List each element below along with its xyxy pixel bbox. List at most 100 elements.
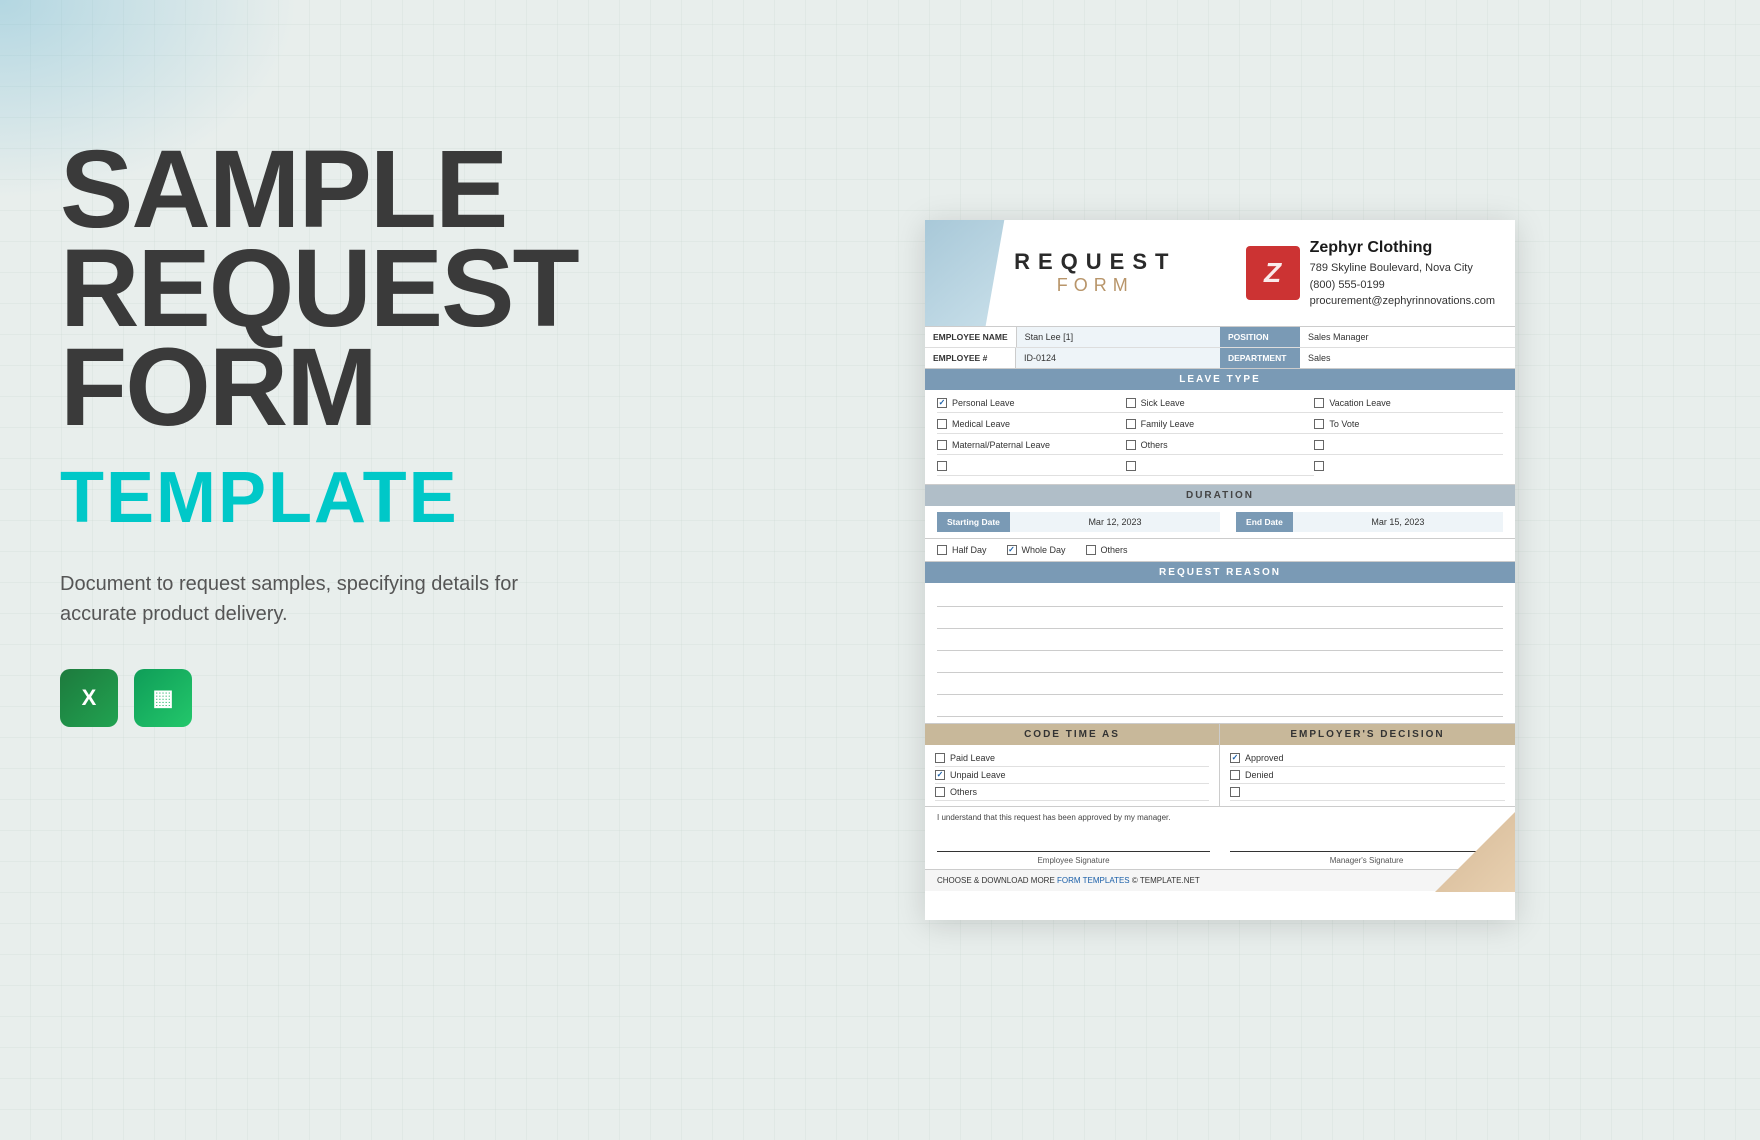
- maternal-checkbox[interactable]: [937, 440, 947, 450]
- manager-sig-label: Manager's Signature: [1230, 856, 1503, 865]
- employer-decision-items: ✓ Approved Denied: [1220, 745, 1515, 806]
- doc-header: REQUEST FORM Zephyr Clothing 789 Skyline…: [925, 220, 1515, 327]
- code-time-items: Paid Leave ✓ Unpaid Leave Others: [925, 745, 1219, 806]
- duration-header: DURATION: [925, 485, 1515, 506]
- whole-day-checkbox[interactable]: ✓: [1007, 545, 1017, 555]
- sick-leave-checkbox[interactable]: [1126, 398, 1136, 408]
- half-day-option: Half Day: [937, 545, 987, 555]
- blank2-checkbox[interactable]: [937, 461, 947, 471]
- vote-checkbox[interactable]: [1314, 419, 1324, 429]
- duration-dates-row: Starting Date Mar 12, 2023 End Date Mar …: [925, 506, 1515, 539]
- bottom-columns: CODE TIME AS Paid Leave ✓ Unpaid Leave O…: [925, 724, 1515, 807]
- manager-sig-block: Manager's Signature: [1230, 834, 1503, 865]
- employee-number-value: ID-0124: [1015, 348, 1220, 368]
- day-options-row: Half Day ✓ Whole Day Others: [925, 539, 1515, 562]
- leave-type-header: LEAVE TYPE: [925, 369, 1515, 390]
- position-field: POSITION Sales Manager: [1220, 327, 1515, 348]
- reason-line-4: [937, 653, 1503, 673]
- company-name: Zephyr Clothing: [1310, 236, 1495, 260]
- denied-checkbox[interactable]: [1230, 770, 1240, 780]
- leave-medical: Medical Leave: [937, 417, 1126, 434]
- duration-others-label: Others: [1101, 545, 1128, 555]
- decision-blank-item: [1230, 784, 1505, 801]
- company-block: Zephyr Clothing 789 Skyline Boulevard, N…: [1246, 236, 1495, 310]
- whole-day-option: ✓ Whole Day: [1007, 545, 1066, 555]
- code-time-header: CODE TIME AS: [925, 724, 1219, 745]
- employee-number-label: EMPLOYEE #: [925, 348, 1015, 368]
- employee-sig-block: Employee Signature: [937, 834, 1210, 865]
- half-day-checkbox[interactable]: [937, 545, 947, 555]
- others-checkbox[interactable]: [1126, 440, 1136, 450]
- reason-line-1: [937, 587, 1503, 607]
- leave-blank2: [937, 459, 1126, 476]
- vacation-leave-checkbox[interactable]: [1314, 398, 1324, 408]
- duration-others-checkbox[interactable]: [1086, 545, 1096, 555]
- leave-vacation: Vacation Leave: [1314, 396, 1503, 413]
- sheets-icon: ▦: [134, 669, 192, 727]
- left-panel: SAMPLE REQUEST FORM TEMPLATE Document to…: [0, 0, 680, 1140]
- department-value: Sales: [1300, 348, 1515, 368]
- employee-left: EMPLOYEE NAME Stan Lee [1] EMPLOYEE # ID…: [925, 327, 1220, 368]
- paid-leave-item: Paid Leave: [935, 750, 1209, 767]
- employee-right: POSITION Sales Manager DEPARTMENT Sales: [1220, 327, 1515, 368]
- manager-sig-line: [1230, 834, 1503, 852]
- company-info: Zephyr Clothing 789 Skyline Boulevard, N…: [1310, 236, 1495, 310]
- employee-number-field: EMPLOYEE # ID-0124: [925, 348, 1220, 368]
- personal-leave-checkbox[interactable]: ✓: [937, 398, 947, 408]
- doc-footer: CHOOSE & DOWNLOAD MORE FORM TEMPLATES © …: [925, 869, 1515, 891]
- half-day-label: Half Day: [952, 545, 987, 555]
- medical-leave-label: Medical Leave: [952, 419, 1010, 429]
- leave-vote: To Vote: [1314, 417, 1503, 434]
- footer-suffix: © TEMPLATE.NET: [1132, 876, 1200, 885]
- maternal-label: Maternal/Paternal Leave: [952, 440, 1050, 450]
- department-label: DEPARTMENT: [1220, 348, 1300, 368]
- unpaid-leave-item: ✓ Unpaid Leave: [935, 767, 1209, 784]
- code-time-col: CODE TIME AS Paid Leave ✓ Unpaid Leave O…: [925, 724, 1220, 806]
- start-date-value: Mar 12, 2023: [1010, 512, 1220, 532]
- reason-line-2: [937, 609, 1503, 629]
- employee-sig-label: Employee Signature: [937, 856, 1210, 865]
- code-others-item: Others: [935, 784, 1209, 801]
- request-reason-header: REQUEST REASON: [925, 562, 1515, 583]
- reason-line-6: [937, 697, 1503, 717]
- vacation-leave-label: Vacation Leave: [1329, 398, 1390, 408]
- paid-leave-label: Paid Leave: [950, 753, 995, 763]
- approved-checkbox[interactable]: ✓: [1230, 753, 1240, 763]
- unpaid-leave-checkbox[interactable]: ✓: [935, 770, 945, 780]
- right-panel: REQUEST FORM Zephyr Clothing 789 Skyline…: [680, 0, 1760, 1140]
- blank1-checkbox[interactable]: [1314, 440, 1324, 450]
- family-leave-label: Family Leave: [1141, 419, 1195, 429]
- end-date-value: Mar 15, 2023: [1293, 512, 1503, 532]
- signature-section: I understand that this request has been …: [925, 807, 1515, 869]
- code-others-checkbox[interactable]: [935, 787, 945, 797]
- leave-sick: Sick Leave: [1126, 396, 1315, 413]
- family-leave-checkbox[interactable]: [1126, 419, 1136, 429]
- excel-icon: X: [60, 669, 118, 727]
- medical-leave-checkbox[interactable]: [937, 419, 947, 429]
- employee-name-field: EMPLOYEE NAME Stan Lee [1]: [925, 327, 1220, 348]
- employee-info-row: EMPLOYEE NAME Stan Lee [1] EMPLOYEE # ID…: [925, 327, 1515, 369]
- sig-notice: I understand that this request has been …: [937, 813, 1503, 822]
- request-reason-section: [925, 583, 1515, 724]
- blank4-checkbox[interactable]: [1314, 461, 1324, 471]
- description: Document to request samples, specifying …: [60, 569, 540, 629]
- leave-family: Family Leave: [1126, 417, 1315, 434]
- header-title-block: REQUEST FORM: [945, 249, 1246, 296]
- decision-blank-checkbox[interactable]: [1230, 787, 1240, 797]
- approved-label: Approved: [1245, 753, 1284, 763]
- vote-label: To Vote: [1329, 419, 1359, 429]
- reason-line-3: [937, 631, 1503, 651]
- company-logo: [1246, 246, 1300, 300]
- subtitle: TEMPLATE: [60, 457, 620, 539]
- unpaid-leave-label: Unpaid Leave: [950, 770, 1006, 780]
- whole-day-label: Whole Day: [1022, 545, 1066, 555]
- blank3-checkbox[interactable]: [1126, 461, 1136, 471]
- end-date-label: End Date: [1236, 512, 1293, 532]
- paid-leave-checkbox[interactable]: [935, 753, 945, 763]
- position-label: POSITION: [1220, 327, 1300, 347]
- footer-link[interactable]: FORM TEMPLATES: [1057, 876, 1132, 885]
- form-title: FORM: [945, 275, 1246, 296]
- denied-item: Denied: [1230, 767, 1505, 784]
- company-email: procurement@zephyrinnovations.com: [1310, 293, 1495, 310]
- employer-decision-col: EMPLOYER'S DECISION ✓ Approved Denied: [1220, 724, 1515, 806]
